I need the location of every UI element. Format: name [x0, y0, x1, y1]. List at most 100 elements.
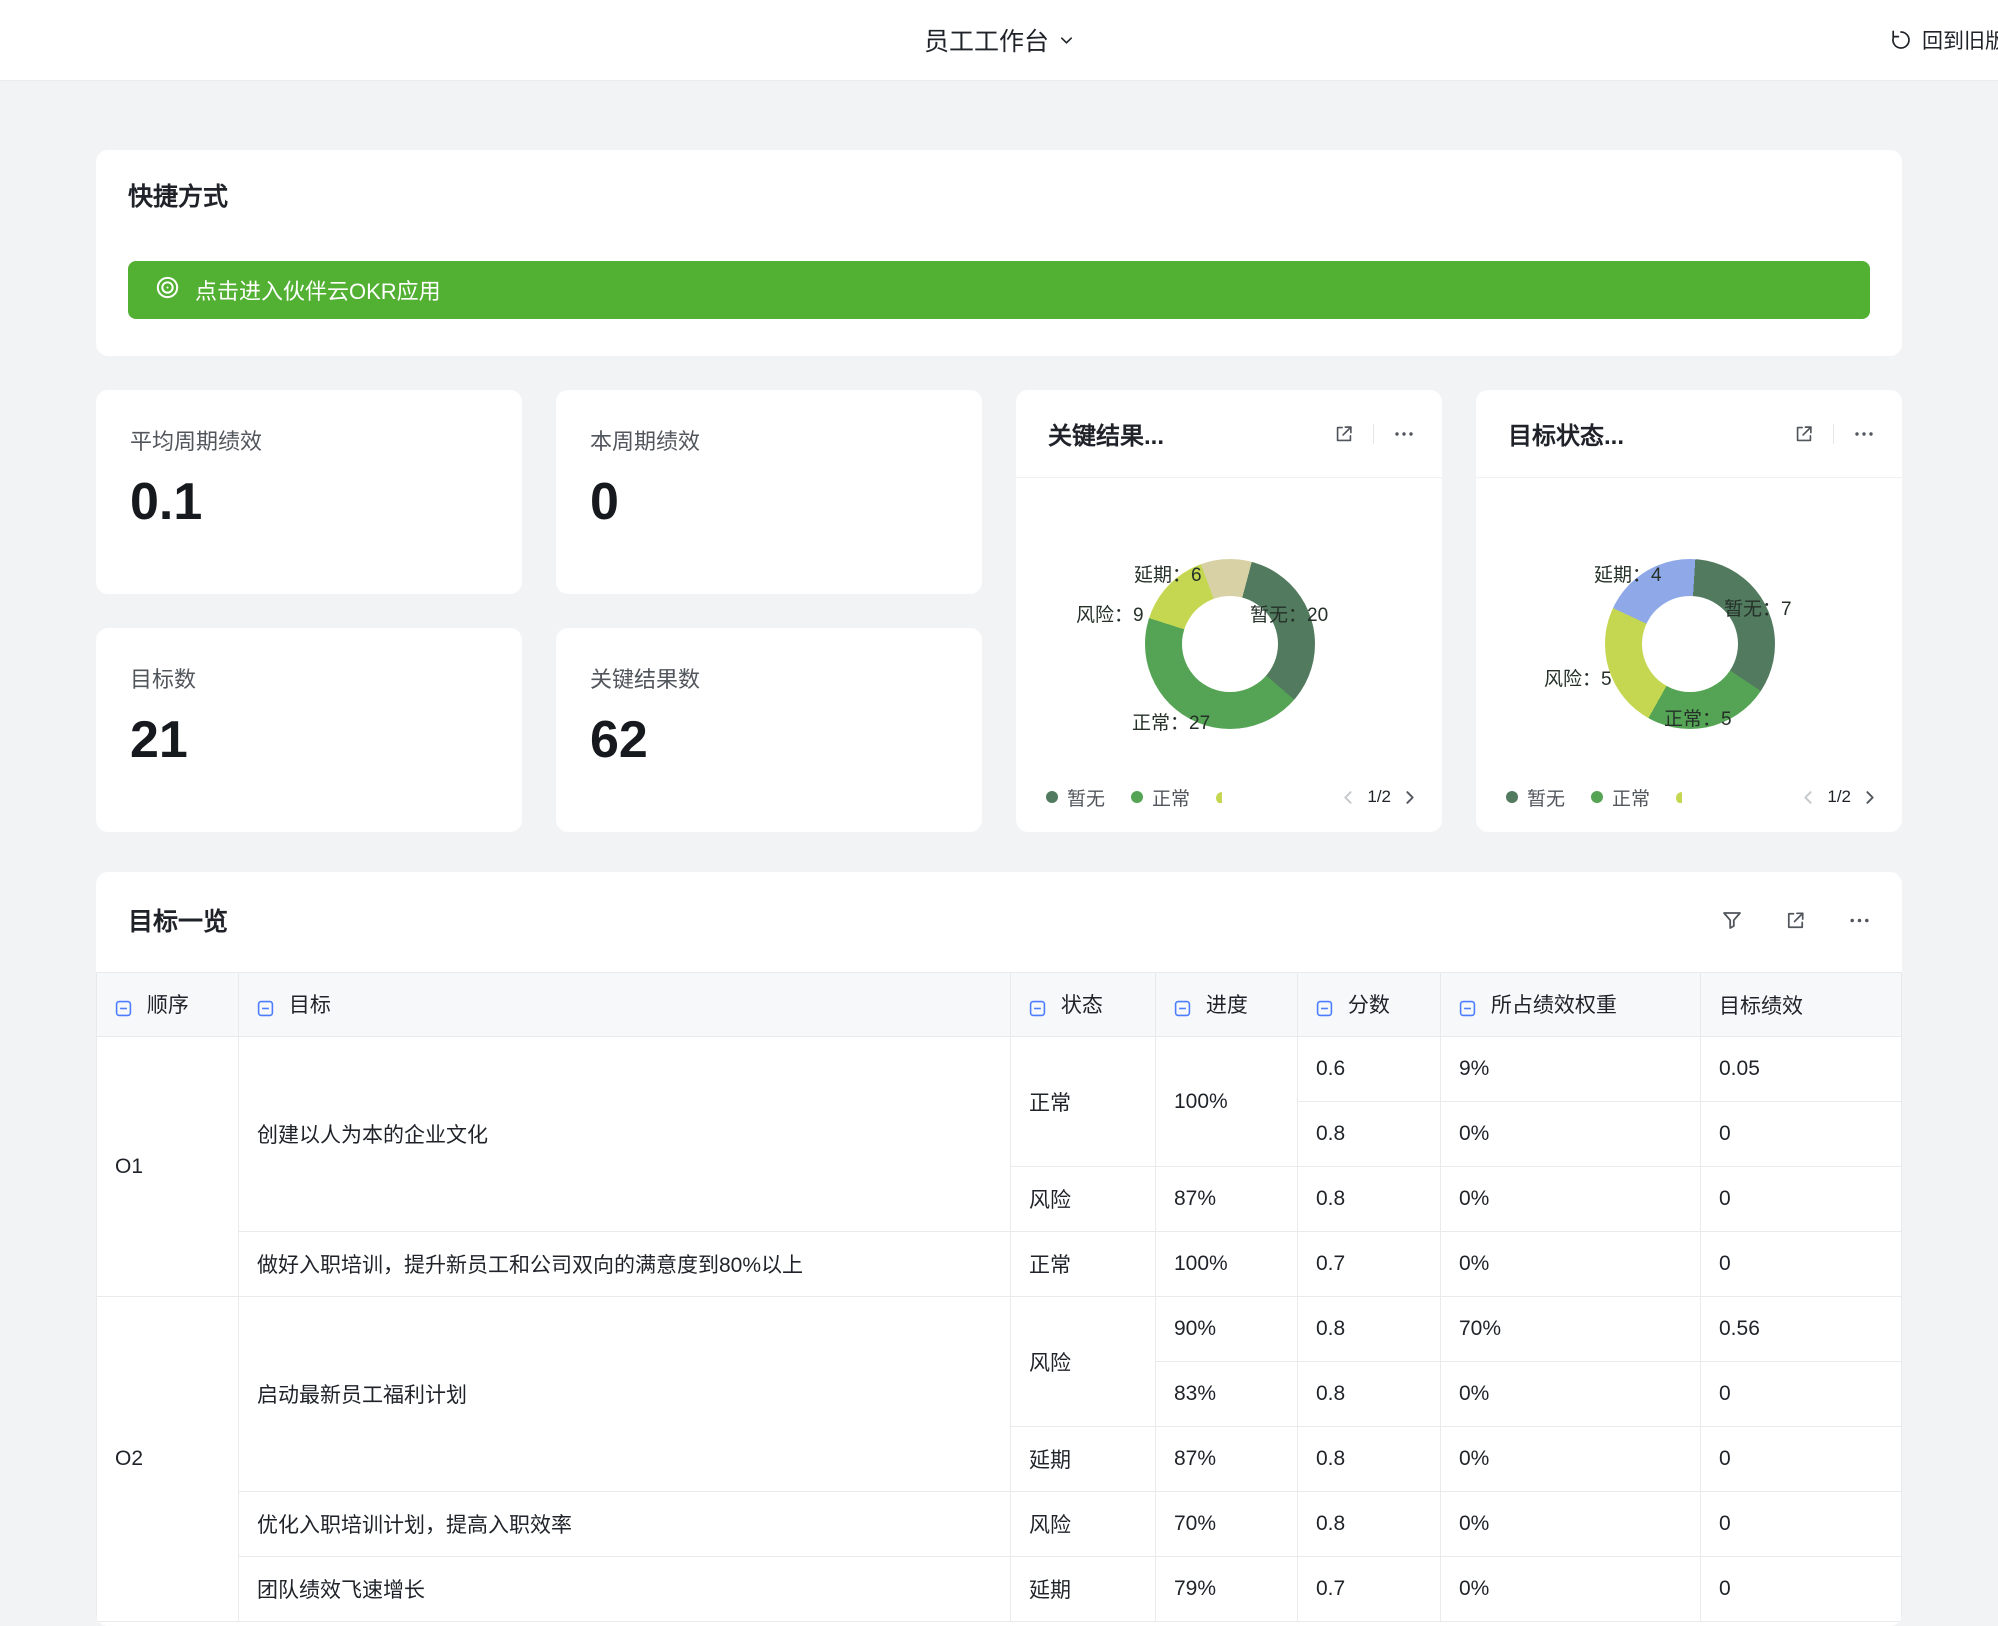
weight-cell: 70% — [1441, 1297, 1701, 1362]
score-cell: 0.8 — [1298, 1167, 1441, 1232]
status-cell: 正常 — [1011, 1037, 1156, 1167]
stat-value: 62 — [590, 710, 948, 770]
status-cell: 风险 — [1011, 1492, 1156, 1557]
perf-cell: 0 — [1701, 1557, 1902, 1622]
legend-item[interactable]: 正常 — [1591, 784, 1650, 811]
stat-value: 21 — [130, 710, 488, 770]
legend-item[interactable]: 暂无 — [1506, 784, 1565, 811]
perf-cell: 0 — [1701, 1102, 1902, 1167]
donut-label: 延期：6 — [1134, 560, 1202, 587]
col-header-objective: 目标 — [239, 973, 1011, 1037]
donut-label: 暂无：20 — [1250, 600, 1328, 627]
key-result-status-card: 关键结果... 延期：6 暂无：20 风险：9 正常：27 — [1016, 390, 1442, 832]
objectives-tbody: O1创建以人为本的企业文化正常100%0.69%0.050.80%0风险87%0… — [97, 1037, 1902, 1622]
status-cell: 风险 — [1011, 1167, 1156, 1232]
donut-label: 正常：27 — [1132, 708, 1210, 735]
donut-label: 正常：5 — [1664, 704, 1732, 731]
stat-value: 0 — [590, 472, 948, 532]
score-cell: 0.8 — [1298, 1427, 1441, 1492]
open-in-new-icon[interactable] — [1333, 423, 1355, 445]
col-header-status: 状态 — [1011, 973, 1156, 1037]
status-cell: 风险 — [1011, 1297, 1156, 1427]
col-header-progress: 进度 — [1156, 973, 1298, 1037]
workspace-switcher[interactable]: 员工工作台 — [924, 0, 1074, 80]
weight-cell: 0% — [1441, 1557, 1701, 1622]
donut-label: 风险：5 — [1544, 664, 1612, 691]
score-cell: 0.8 — [1298, 1102, 1441, 1167]
shortcuts-title: 快捷方式 — [128, 182, 1870, 212]
stat-card-objective-count: 目标数 21 — [96, 628, 522, 832]
chart-title: 关键结果... — [1048, 416, 1333, 451]
order-cell: O1 — [97, 1037, 239, 1297]
donut-label: 暂无：7 — [1724, 594, 1792, 621]
perf-cell: 0 — [1701, 1362, 1902, 1427]
progress-cell: 100% — [1156, 1232, 1298, 1297]
pager-prev-icon[interactable] — [1340, 789, 1357, 806]
more-menu-icon[interactable] — [1392, 422, 1416, 446]
collapse-column-icon[interactable] — [1459, 996, 1476, 1020]
legend-label: 正常 — [1152, 784, 1190, 811]
progress-cell: 87% — [1156, 1167, 1298, 1232]
legend-dot — [1046, 791, 1058, 803]
stat-label: 平均周期绩效 — [130, 424, 488, 456]
legend-dot — [1131, 791, 1143, 803]
pager-next-icon[interactable] — [1401, 789, 1418, 806]
objective-status-card: 目标状态... 延期：4 暂无：7 风险：5 正常：5 — [1476, 390, 1902, 832]
progress-cell: 87% — [1156, 1427, 1298, 1492]
legend-item[interactable]: 暂无 — [1046, 784, 1105, 811]
perf-cell: 0.05 — [1701, 1037, 1902, 1102]
table-row[interactable]: 团队绩效飞速增长延期79%0.70%0 — [97, 1557, 1902, 1622]
donut-chart-area: 延期：4 暂无：7 风险：5 正常：5 — [1476, 478, 1902, 770]
collapse-column-icon[interactable] — [1174, 996, 1191, 1020]
stat-card-current-cycle-performance: 本周期绩效 0 — [556, 390, 982, 594]
divider — [1833, 424, 1834, 444]
col-label: 进度 — [1206, 994, 1248, 1017]
weight-cell: 0% — [1441, 1102, 1701, 1167]
chart-title: 目标状态... — [1508, 416, 1793, 451]
chart-legend: 暂无 正常 1/2 — [1016, 770, 1442, 832]
weight-cell: 0% — [1441, 1492, 1701, 1557]
pager-next-icon[interactable] — [1861, 789, 1878, 806]
okr-app-banner-button[interactable]: 点击进入伙伴云OKR应用 — [128, 261, 1870, 319]
weight-cell: 0% — [1441, 1362, 1701, 1427]
table-row[interactable]: 做好入职培训，提升新员工和公司双向的满意度到80%以上正常100%0.70%0 — [97, 1232, 1902, 1297]
collapse-column-icon[interactable] — [1316, 996, 1333, 1020]
history-icon — [1889, 28, 1913, 52]
table-row[interactable]: O2启动最新员工福利计划风险90%0.870%0.56 — [97, 1297, 1902, 1362]
legend-item[interactable]: 正常 — [1131, 784, 1190, 811]
progress-cell: 79% — [1156, 1557, 1298, 1622]
stat-label: 目标数 — [130, 662, 488, 694]
score-cell: 0.8 — [1298, 1362, 1441, 1427]
legend-pager: 1/2 — [1800, 787, 1878, 807]
stat-label: 关键结果数 — [590, 662, 948, 694]
back-to-old-version-button[interactable]: 回到旧版 — [1889, 0, 1998, 80]
more-menu-icon[interactable] — [1847, 908, 1872, 933]
open-in-new-icon[interactable] — [1793, 423, 1815, 445]
shortcuts-card: 快捷方式 点击进入伙伴云OKR应用 — [96, 150, 1902, 356]
score-cell: 0.7 — [1298, 1557, 1441, 1622]
objectives-title: 目标一览 — [128, 902, 1720, 938]
objective-cell: 启动最新员工福利计划 — [239, 1297, 1011, 1492]
more-menu-icon[interactable] — [1852, 422, 1876, 446]
status-cell: 正常 — [1011, 1232, 1156, 1297]
target-icon — [154, 274, 181, 307]
collapse-column-icon[interactable] — [1029, 996, 1046, 1020]
legend-dot — [1591, 791, 1603, 803]
col-header-order: 顺序 — [97, 973, 239, 1037]
open-in-new-icon[interactable] — [1784, 909, 1807, 932]
donut-label: 风险：9 — [1076, 600, 1144, 627]
collapse-column-icon[interactable] — [257, 996, 274, 1020]
table-row[interactable]: O1创建以人为本的企业文化正常100%0.69%0.05 — [97, 1037, 1902, 1102]
score-cell: 0.6 — [1298, 1037, 1441, 1102]
table-row[interactable]: 优化入职培训计划，提高入职效率风险70%0.80%0 — [97, 1492, 1902, 1557]
col-label: 顺序 — [147, 994, 189, 1017]
pager-prev-icon[interactable] — [1800, 789, 1817, 806]
filter-icon[interactable] — [1720, 908, 1744, 932]
perf-cell: 0 — [1701, 1492, 1902, 1557]
stat-card-key-result-count: 关键结果数 62 — [556, 628, 982, 832]
col-header-objective-performance: 目标绩效 — [1701, 973, 1902, 1037]
chart-legend: 暂无 正常 1/2 — [1476, 770, 1902, 832]
collapse-column-icon[interactable] — [115, 996, 132, 1020]
perf-cell: 0 — [1701, 1427, 1902, 1492]
legend-dot — [1506, 791, 1518, 803]
